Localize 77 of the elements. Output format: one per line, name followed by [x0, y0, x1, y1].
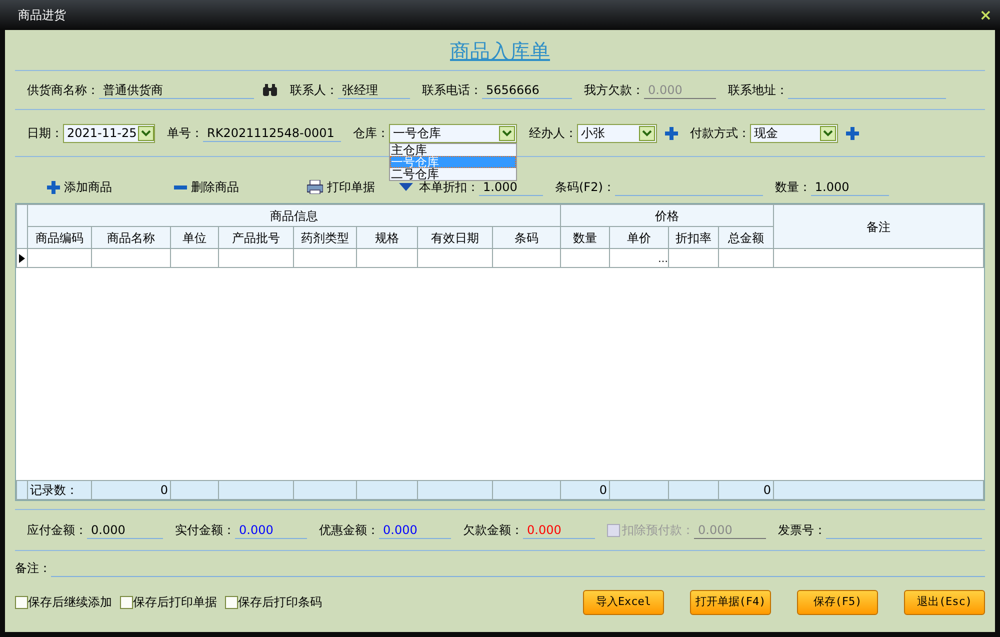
field-label: 应付金额：: [27, 522, 87, 539]
field-label: 仓库：: [353, 125, 389, 142]
triangle-down-icon[interactable]: [399, 183, 413, 191]
dropdown[interactable]: 小张: [577, 124, 657, 142]
dropdown-option[interactable]: 二号仓库: [390, 168, 516, 180]
checkbox[interactable]: [120, 596, 133, 608]
binoculars-icon[interactable]: [262, 84, 278, 96]
input-field[interactable]: 张经理: [338, 81, 410, 99]
field-label: 欠款金额：: [463, 522, 523, 539]
action-button[interactable]: 导入Excel: [583, 590, 664, 614]
column-header: 价格: [560, 204, 774, 226]
toolbar-button[interactable]: 删除商品: [174, 178, 239, 196]
field-label: 联系人：: [290, 82, 338, 99]
column-header: 总金额: [718, 226, 774, 248]
field-label: 日期：: [27, 125, 63, 142]
field-label: 供货商名称：: [27, 82, 99, 99]
checkbox-label: 保存后打印条码: [238, 594, 322, 611]
printer-icon: [307, 180, 323, 194]
field-label: 备注：: [15, 560, 51, 577]
window-title: 商品进货: [18, 7, 66, 24]
input-field[interactable]: 1.000: [479, 178, 543, 196]
add-icon[interactable]: [665, 126, 678, 140]
dropdown-option[interactable]: 主仓库: [390, 144, 516, 156]
field-label: 联系地址：: [728, 82, 788, 99]
column-header: 单位: [170, 226, 218, 248]
column-header: 商品名称: [92, 226, 170, 248]
column-header: 药剂类型: [294, 226, 356, 248]
action-button[interactable]: 退出(Esc): [904, 590, 985, 614]
checkbox-label: 保存后打印单据: [133, 594, 217, 611]
table-cell: 0: [160, 483, 168, 497]
close-button[interactable]: ×: [975, 4, 996, 26]
form-title: 商品入库单: [449, 38, 551, 65]
field-label: 扣除预付款：: [622, 522, 694, 539]
input-field[interactable]: 5656666: [482, 81, 572, 99]
field-label: 我方欠款：: [584, 82, 644, 99]
field-label: 付款方式：: [690, 125, 750, 142]
input-field[interactable]: 0.000: [379, 521, 451, 539]
field-label: 实付金额：: [175, 522, 235, 539]
table-cell: 0: [763, 483, 771, 497]
input-field[interactable]: 0.000: [87, 521, 163, 539]
field-label: 优惠金额：: [319, 522, 379, 539]
action-button[interactable]: 打开单据(F4): [690, 590, 771, 614]
input-field[interactable]: 0.000: [235, 521, 307, 539]
column-header: 商品信息: [28, 204, 560, 226]
field-label: 经办人：: [529, 125, 577, 142]
column-header: 规格: [356, 226, 418, 248]
field-label: 发票号：: [778, 522, 826, 539]
checkbox[interactable]: [225, 596, 238, 608]
add-icon[interactable]: [846, 126, 859, 140]
action-button[interactable]: 保存(F5): [797, 590, 878, 614]
field-label: 本单折扣：: [419, 180, 479, 196]
field-label: 联系电话：: [422, 82, 482, 99]
column-header: 备注: [774, 204, 984, 248]
column-header: 有效日期: [418, 226, 492, 248]
ellipsis-button[interactable]: …: [658, 254, 668, 265]
column-header: 折扣率: [668, 226, 718, 248]
dropdown[interactable]: 一号仓库: [389, 124, 517, 142]
field-label: 单号：: [167, 125, 203, 142]
record-count-label: 记录数：: [30, 483, 78, 497]
input-field[interactable]: 普通供货商: [99, 81, 254, 99]
column-header: 产品批号: [218, 226, 294, 248]
toolbar-button[interactable]: 添加商品: [47, 178, 112, 196]
column-header: 数量: [560, 226, 610, 248]
input-field[interactable]: 1.000: [810, 178, 889, 196]
column-header: 商品编码: [28, 226, 92, 248]
table-cell: 0: [599, 483, 607, 497]
toolbar-button[interactable]: 打印单据: [307, 178, 375, 196]
column-header: 条码: [492, 226, 560, 248]
column-header: 单价: [610, 226, 668, 248]
add-icon: [47, 180, 60, 194]
input-field[interactable]: RK2021112548-0001: [203, 124, 341, 142]
dropdown[interactable]: 现金: [750, 124, 838, 142]
checkbox[interactable]: [15, 596, 28, 608]
field-label: 数量：: [774, 179, 811, 196]
dropdown[interactable]: 2021-11-25: [63, 124, 155, 142]
field-label: 条码(F2)：: [555, 179, 615, 196]
checkbox-label: 保存后继续添加: [28, 594, 112, 611]
